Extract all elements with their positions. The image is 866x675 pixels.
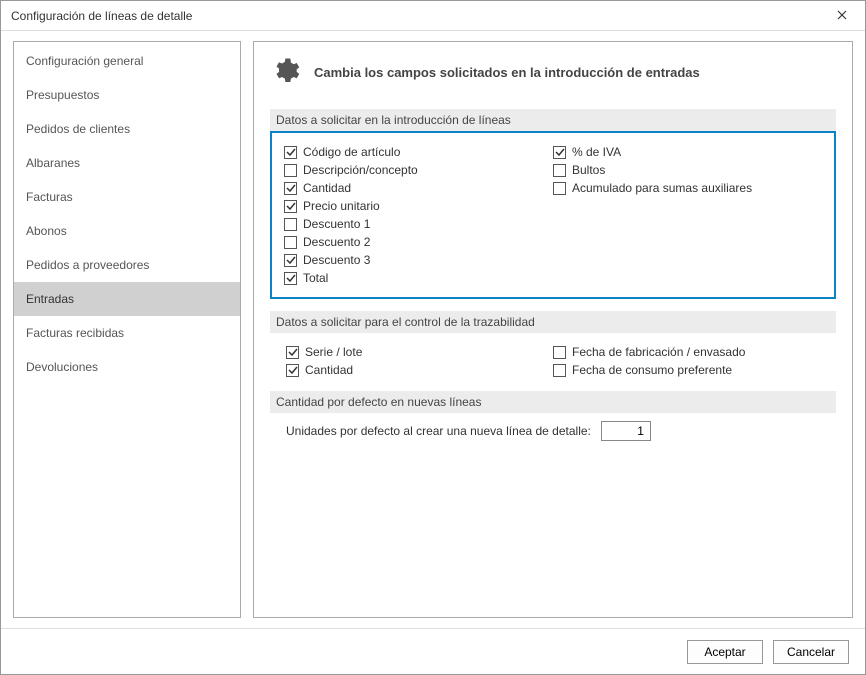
checkbox-label: Total (303, 271, 328, 285)
checkbox-label: % de IVA (572, 145, 621, 159)
default-qty-row: Unidades por defecto al crear una nueva … (270, 413, 836, 445)
default-qty-input[interactable] (601, 421, 651, 441)
sidebar-item-label: Albaranes (26, 156, 80, 170)
sidebar-item-pedidos-proveedores[interactable]: Pedidos a proveedores (14, 248, 240, 282)
section2-right-col: Fecha de fabricación / envasado Fecha de… (553, 343, 820, 379)
sidebar-item-label: Facturas (26, 190, 73, 204)
panel-heading: Cambia los campos solicitados en la intr… (314, 65, 700, 80)
checkbox-label: Código de artículo (303, 145, 400, 159)
checkbox-descuento-1[interactable] (284, 218, 297, 231)
checkbox-serie-lote[interactable] (286, 346, 299, 359)
checkbox-bultos[interactable] (553, 164, 566, 177)
section-title-trazabilidad: Datos a solicitar para el control de la … (270, 311, 836, 333)
sidebar-item-label: Pedidos a proveedores (26, 258, 149, 272)
close-icon (837, 9, 847, 23)
sidebar-item-label: Abonos (26, 224, 67, 238)
sidebar-item-abonos[interactable]: Abonos (14, 214, 240, 248)
sidebar-item-presupuestos[interactable]: Presupuestos (14, 78, 240, 112)
section-title-introduccion: Datos a solicitar en la introducción de … (270, 109, 836, 131)
checkbox-trazabilidad-cantidad[interactable] (286, 364, 299, 377)
section2-left-col: Serie / lote Cantidad (286, 343, 553, 379)
checkbox-descuento-2[interactable] (284, 236, 297, 249)
checkbox-precio-unitario[interactable] (284, 200, 297, 213)
dialog-footer: Aceptar Cancelar (1, 628, 865, 674)
checkbox-descuento-3[interactable] (284, 254, 297, 267)
sidebar-item-facturas[interactable]: Facturas (14, 180, 240, 214)
sidebar-item-label: Pedidos de clientes (26, 122, 130, 136)
sidebar-item-entradas[interactable]: Entradas (14, 282, 240, 316)
checkbox-label: Descuento 2 (303, 235, 370, 249)
titlebar: Configuración de líneas de detalle (1, 1, 865, 31)
checkbox-label: Descripción/concepto (303, 163, 418, 177)
sidebar-item-label: Entradas (26, 292, 74, 306)
checkbox-label: Precio unitario (303, 199, 380, 213)
dialog-body: Configuración general Presupuestos Pedid… (1, 31, 865, 628)
checkbox-fecha-consumo[interactable] (553, 364, 566, 377)
close-button[interactable] (827, 6, 857, 26)
checkbox-codigo-articulo[interactable] (284, 146, 297, 159)
section1-right-col: % de IVA Bultos Acumulado para sumas aux… (553, 143, 822, 287)
sidebar: Configuración general Presupuestos Pedid… (13, 41, 241, 618)
checkbox-descripcion[interactable] (284, 164, 297, 177)
sidebar-item-label: Presupuestos (26, 88, 99, 102)
accept-button[interactable]: Aceptar (687, 640, 763, 664)
cancel-button[interactable]: Cancelar (773, 640, 849, 664)
section1-left-col: Código de artículo Descripción/concepto … (284, 143, 553, 287)
checkbox-cantidad[interactable] (284, 182, 297, 195)
checkbox-fecha-fabricacion[interactable] (553, 346, 566, 359)
sidebar-item-label: Configuración general (26, 54, 143, 68)
gear-icon (270, 56, 300, 89)
sidebar-item-albaranes[interactable]: Albaranes (14, 146, 240, 180)
window-title: Configuración de líneas de detalle (11, 9, 827, 23)
default-qty-label: Unidades por defecto al crear una nueva … (286, 424, 591, 438)
checkbox-label: Serie / lote (305, 345, 362, 359)
checkbox-label: Fecha de fabricación / envasado (572, 345, 745, 359)
checkbox-label: Fecha de consumo preferente (572, 363, 732, 377)
checkbox-label: Cantidad (303, 181, 351, 195)
checkbox-label: Descuento 3 (303, 253, 370, 267)
sidebar-item-label: Devoluciones (26, 360, 98, 374)
sidebar-item-facturas-recibidas[interactable]: Facturas recibidas (14, 316, 240, 350)
checkbox-label: Cantidad (305, 363, 353, 377)
checkbox-label: Bultos (572, 163, 605, 177)
checkbox-label: Acumulado para sumas auxiliares (572, 181, 752, 195)
section-title-cantidad-defecto: Cantidad por defecto en nuevas líneas (270, 391, 836, 413)
panel-header: Cambia los campos solicitados en la intr… (270, 56, 836, 89)
main-panel: Cambia los campos solicitados en la intr… (253, 41, 853, 618)
sidebar-item-config-general[interactable]: Configuración general (14, 44, 240, 78)
section-introduccion-group: Código de artículo Descripción/concepto … (270, 131, 836, 299)
checkbox-total[interactable] (284, 272, 297, 285)
sidebar-item-pedidos-clientes[interactable]: Pedidos de clientes (14, 112, 240, 146)
sidebar-item-devoluciones[interactable]: Devoluciones (14, 350, 240, 384)
checkbox-label: Descuento 1 (303, 217, 370, 231)
section-trazabilidad-group: Serie / lote Cantidad Fecha de fabricaci… (270, 333, 836, 383)
checkbox-iva[interactable] (553, 146, 566, 159)
dialog-window: Configuración de líneas de detalle Confi… (0, 0, 866, 675)
sidebar-item-label: Facturas recibidas (26, 326, 124, 340)
checkbox-acumulado[interactable] (553, 182, 566, 195)
